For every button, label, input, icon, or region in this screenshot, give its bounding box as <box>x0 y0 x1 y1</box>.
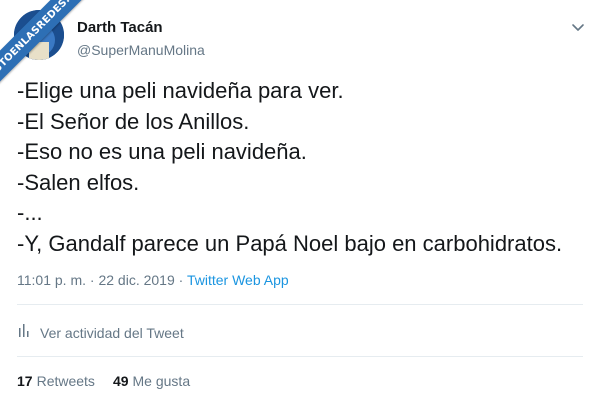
meta-separator: · <box>89 272 95 288</box>
retweets-stat[interactable]: 17 Retweets <box>17 373 95 389</box>
tweet-line: -Elige una peli navideña para ver. <box>17 78 344 103</box>
likes-stat[interactable]: 49 Me gusta <box>113 373 190 389</box>
tweet-line: -El Señor de los Anillos. <box>17 108 250 134</box>
display-name[interactable]: Darth Tacán <box>77 19 205 37</box>
tweet-activity-link[interactable]: Ver actividad del Tweet <box>17 322 184 343</box>
tweet-metadata: 11:01 p. m. · 22 dic. 2019 · Twitter Web… <box>17 272 289 288</box>
tweet-line: -Salen elfos. <box>17 169 140 195</box>
activity-label: Ver actividad del Tweet <box>40 324 184 341</box>
tweet-time[interactable]: 11:01 p. m. <box>17 272 86 288</box>
retweets-label: Retweets <box>36 373 95 389</box>
tweet-stats: 17 Retweets 49 Me gusta <box>17 373 190 389</box>
tweet-line: -... <box>17 200 43 225</box>
likes-count: 49 <box>112 373 129 389</box>
divider <box>17 304 583 305</box>
meta-separator: · <box>178 272 184 288</box>
chevron-down-icon[interactable] <box>570 19 586 35</box>
tweet-date[interactable]: 22 dic. 2019 <box>98 272 174 288</box>
tweet-source-link[interactable]: Twitter Web App <box>187 272 289 288</box>
tweet-line: -Eso no es una peli navideña. <box>17 139 307 164</box>
tweet-text: -Elige una peli navideña para ver. -El S… <box>17 76 587 259</box>
tweet-line: -Y, Gandalf parece un Papá Noel bajo en … <box>17 230 563 256</box>
user-handle[interactable]: @SuperManuMolina <box>77 41 205 59</box>
divider <box>17 356 583 357</box>
tweet-author[interactable]: Darth Tacán @SuperManuMolina <box>77 19 205 59</box>
likes-label: Me gusta <box>132 373 191 389</box>
retweets-count: 17 <box>17 373 33 389</box>
bar-chart-icon <box>17 322 31 343</box>
